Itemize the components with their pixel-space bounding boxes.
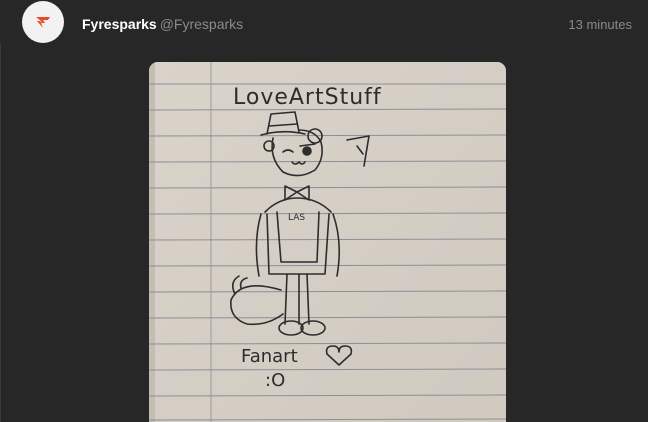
post-card: Fyresparks @Fyresparks 13 minutes LoveAr… (0, 0, 648, 422)
post-header: Fyresparks @Fyresparks (82, 15, 243, 33)
sketch-title: LoveArtStuff (233, 85, 382, 110)
sketch-emote: :O (265, 370, 285, 391)
notebook-sketch-photo: LoveArtStuff LAS Fanart:O (149, 62, 506, 422)
thread-divider (0, 44, 1, 422)
sketch-shirt-text: LAS (288, 213, 305, 223)
avatar[interactable] (22, 1, 64, 43)
author-display-name[interactable]: Fyresparks (82, 16, 157, 32)
sketch-caption: Fanart (241, 346, 298, 367)
post-image[interactable]: LoveArtStuff LAS Fanart:O (149, 62, 506, 422)
fyresparks-logo-icon (36, 17, 50, 28)
post-timestamp[interactable]: 13 minutes (568, 16, 632, 34)
author-handle[interactable]: @Fyresparks (160, 16, 243, 32)
